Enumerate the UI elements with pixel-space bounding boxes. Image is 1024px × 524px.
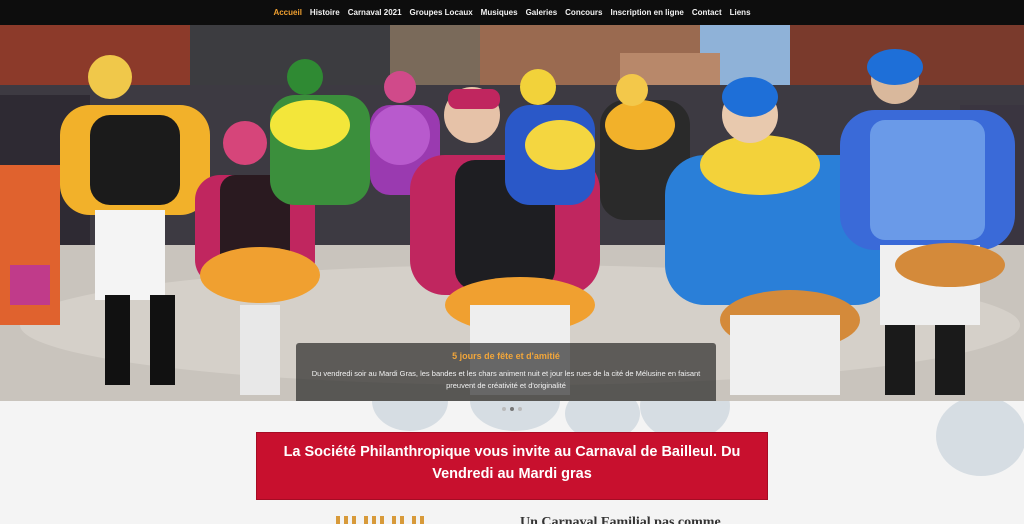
nav-contact[interactable]: Contact <box>688 8 726 17</box>
section-heading: Un Carnaval Familial pas comme <box>520 515 721 524</box>
caption-text: Du vendredi soir au Mardi Gras, les band… <box>311 369 701 390</box>
carousel-dot-2[interactable] <box>510 407 514 411</box>
carousel-indicators <box>0 407 1024 411</box>
nav-musiques[interactable]: Musiques <box>477 8 522 17</box>
nav-carnaval-2021[interactable]: Carnaval 2021 <box>344 8 406 17</box>
top-navigation: Accueil Histoire Carnaval 2021 Groupes L… <box>0 0 1024 25</box>
decorative-bubble <box>372 401 448 431</box>
nav-galeries[interactable]: Galeries <box>522 8 562 17</box>
hero-caption: 5 jours de fête et d'amitié Du vendredi … <box>296 343 716 401</box>
nav-histoire[interactable]: Histoire <box>306 8 344 17</box>
decorative-bubble <box>936 401 1024 476</box>
nav-accueil[interactable]: Accueil <box>269 8 305 17</box>
nav-liens[interactable]: Liens <box>726 8 755 17</box>
carousel-dot-3[interactable] <box>518 407 522 411</box>
carousel-dot-1[interactable] <box>502 407 506 411</box>
nav-inscription[interactable]: Inscription en ligne <box>607 8 688 17</box>
invitation-banner: La Société Philanthropique vous invite a… <box>256 432 768 500</box>
nav-groupes-locaux[interactable]: Groupes Locaux <box>406 8 477 17</box>
decorative-bubble <box>470 401 560 431</box>
society-logo <box>336 516 424 524</box>
nav-concours[interactable]: Concours <box>561 8 606 17</box>
hero-carousel[interactable]: 5 jours de fête et d'amitié Du vendredi … <box>0 25 1024 401</box>
caption-title: 5 jours de fête et d'amitié <box>452 351 560 361</box>
